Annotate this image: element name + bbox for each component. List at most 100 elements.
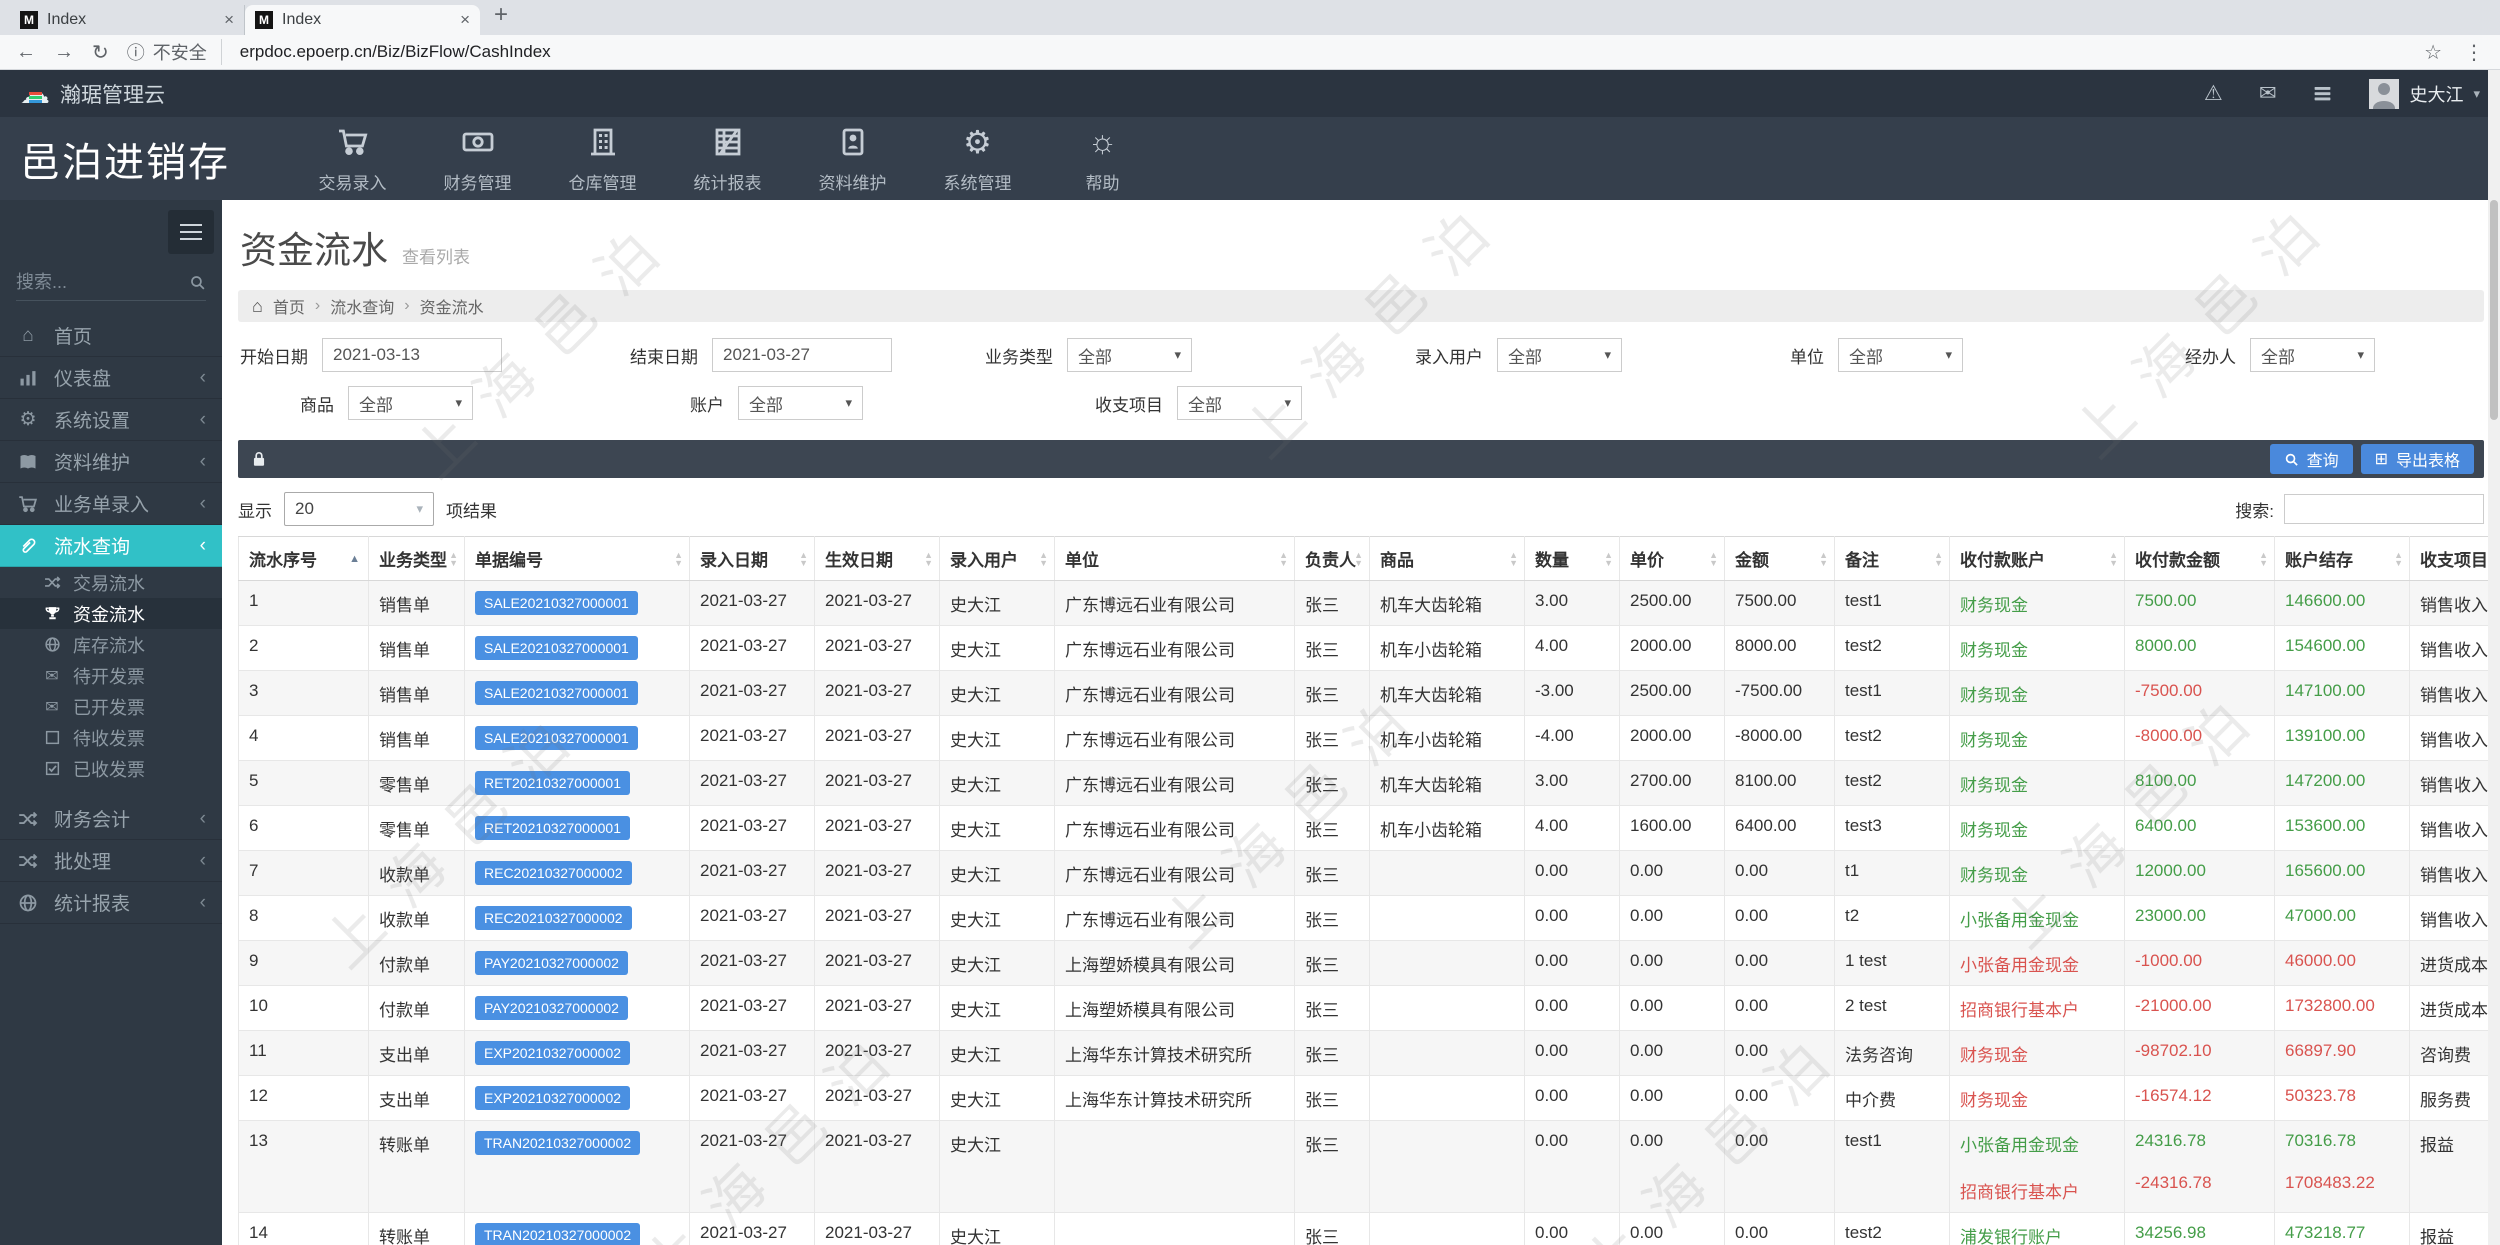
appmenu-item-系统管理[interactable]: ⚙ 系统管理 [915, 124, 1040, 194]
close-icon[interactable]: × [224, 10, 234, 30]
sidebar-item-财务会计[interactable]: 财务会计 ‹ [0, 798, 222, 840]
cell-price: 2700.00 [1619, 760, 1725, 806]
page-size-select[interactable]: 20 ▾ [284, 492, 434, 526]
sidebar-toggle-button[interactable] [168, 210, 214, 254]
column-header-录入日期[interactable]: 录入日期 ▲ ▼ [689, 536, 815, 581]
bookmark-star-icon[interactable]: ☆ [2424, 40, 2442, 65]
column-header-负责人[interactable]: 负责人 ▲ ▼ [1294, 536, 1370, 581]
doc-number-badge[interactable]: SALE20210327000001 [475, 636, 638, 660]
doc-number-badge[interactable]: REC20210327000002 [475, 861, 632, 885]
cell-effective-date: 2021-03-27 [814, 1212, 940, 1245]
column-header-数量[interactable]: 数量 ▲ ▼ [1524, 536, 1620, 581]
column-header-流水序号[interactable]: 流水序号 ▲ [238, 536, 369, 581]
column-header-备注[interactable]: 备注 ▲ ▼ [1834, 536, 1950, 581]
doc-number-badge[interactable]: RET20210327000001 [475, 771, 631, 795]
forward-button[interactable]: → [54, 41, 74, 64]
browser-tab-2[interactable]: M Index × [245, 5, 480, 35]
table-search-input[interactable] [2284, 494, 2484, 524]
column-header-单据编号[interactable]: 单据编号 ▲ ▼ [464, 536, 690, 581]
sidebar-item-首页[interactable]: ⌂ 首页 [0, 315, 222, 357]
address-input[interactable]: erpdoc.epoerp.cn/Biz/BizFlow/CashIndex [240, 42, 551, 62]
sidebar-item-已收发票[interactable]: 已收发票 [0, 753, 222, 784]
sidebar-item-label: 仪表盘 [54, 369, 112, 390]
user-menu[interactable]: 史大江 ▾ [2369, 78, 2480, 109]
query-button[interactable]: 查询 [2269, 444, 2353, 474]
doc-number-badge[interactable]: EXP20210327000002 [475, 1086, 631, 1110]
reload-button[interactable]: ↻ [92, 40, 109, 65]
appmenu-item-资料维护[interactable]: 资料维护 [790, 124, 915, 194]
appmenu-item-统计报表[interactable]: 统计报表 [665, 124, 790, 194]
app-logo[interactable]: ☁ 瀚琚管理云 [20, 78, 165, 109]
sidebar-item-统计报表[interactable]: 统计报表 ‹ [0, 882, 222, 924]
doc-number-badge[interactable]: EXP20210327000002 [475, 1041, 631, 1065]
sidebar-item-库存流水[interactable]: 库存流水 [0, 629, 222, 660]
back-button[interactable]: ← [16, 41, 36, 64]
doc-number-badge[interactable]: REC20210327000002 [475, 906, 632, 930]
filter-select[interactable]: 全部 ▾ [1838, 338, 1963, 372]
close-icon[interactable]: × [460, 10, 470, 30]
doc-number-badge[interactable]: TRAN20210327000002 [475, 1223, 641, 1245]
filter-select[interactable]: 全部 ▾ [1067, 338, 1192, 372]
scrollbar-thumb[interactable] [2490, 200, 2498, 420]
security-label: 不安全 [152, 43, 207, 63]
sidebar-search-input[interactable] [16, 272, 168, 293]
security-indicator[interactable]: ⓘ 不安全 [127, 39, 222, 65]
sidebar-item-仪表盘[interactable]: 仪表盘 ‹ [0, 357, 222, 399]
column-header-业务类型[interactable]: 业务类型 ▲ ▼ [368, 536, 465, 581]
breadcrumb-item[interactable]: 流水查询 [330, 294, 394, 318]
tasks-icon[interactable] [2312, 83, 2333, 104]
filter-date-input[interactable] [322, 338, 502, 372]
action-toolbar: 查询 ⊞ 导出表格 [238, 440, 2484, 478]
column-header-label: 单价 [1630, 551, 1664, 570]
sidebar-item-流水查询[interactable]: 流水查询 ‹ [0, 525, 222, 567]
filter-select[interactable]: 全部 ▾ [1177, 386, 1302, 420]
doc-number-badge[interactable]: SALE20210327000001 [475, 681, 638, 705]
sidebar-item-资料维护[interactable]: 资料维护 ‹ [0, 441, 222, 483]
browser-menu-icon[interactable]: ⋮ [2464, 40, 2484, 65]
column-header-录入用户[interactable]: 录入用户 ▲ ▼ [939, 536, 1055, 581]
column-header-金额[interactable]: 金额 ▲ ▼ [1724, 536, 1835, 581]
column-header-收付款金额[interactable]: 收付款金额 ▲ ▼ [2124, 536, 2275, 581]
filter-date-input[interactable] [712, 338, 892, 372]
sidebar-item-已开发票[interactable]: ✉ 已开发票 [0, 691, 222, 722]
sidebar-item-系统设置[interactable]: ⚙ 系统设置 ‹ [0, 399, 222, 441]
sidebar-item-待开发票[interactable]: ✉ 待开发票 [0, 660, 222, 691]
filter-select[interactable]: 全部 ▾ [348, 386, 473, 420]
filter-select[interactable]: 全部 ▾ [2250, 338, 2375, 372]
mail-icon[interactable]: ✉ [2259, 81, 2277, 106]
alert-icon[interactable]: ⚠ [2204, 81, 2223, 106]
column-header-单位[interactable]: 单位 ▲ ▼ [1054, 536, 1295, 581]
sort-icons: ▲ ▼ [1039, 550, 1048, 567]
cell-note: test2 [1834, 1212, 1950, 1245]
doc-number-badge[interactable]: PAY20210327000002 [475, 951, 628, 975]
appmenu-item-仓库管理[interactable]: 仓库管理 [540, 124, 665, 194]
sidebar-item-批处理[interactable]: 批处理 ‹ [0, 840, 222, 882]
doc-number-badge[interactable]: RET20210327000001 [475, 816, 631, 840]
browser-tab-1[interactable]: M Index × [10, 5, 245, 35]
sidebar-item-交易流水[interactable]: 交易流水 [0, 567, 222, 598]
column-header-收付款账户[interactable]: 收付款账户 ▲ ▼ [1949, 536, 2125, 581]
filter-select[interactable]: 全部 ▾ [738, 386, 863, 420]
sidebar-item-资金流水[interactable]: 资金流水 [0, 598, 222, 629]
export-table-button[interactable]: ⊞ 导出表格 [2360, 444, 2474, 474]
cell-note: test1 [1834, 670, 1950, 716]
cell-product [1369, 985, 1525, 1031]
scrollbar[interactable] [2488, 70, 2500, 1245]
column-header-账户结存[interactable]: 账户结存 ▲ ▼ [2274, 536, 2410, 581]
breadcrumb-item[interactable]: 首页 [273, 294, 305, 318]
column-header-单价[interactable]: 单价 ▲ ▼ [1619, 536, 1725, 581]
filter-select[interactable]: 全部 ▾ [1497, 338, 1622, 372]
doc-number-badge[interactable]: SALE20210327000001 [475, 591, 638, 615]
new-tab-button[interactable]: + [494, 1, 508, 29]
column-header-商品[interactable]: 商品 ▲ ▼ [1369, 536, 1525, 581]
column-header-收支项目[interactable]: 收支项目▲▼ [2409, 536, 2500, 581]
appmenu-item-财务管理[interactable]: 财务管理 [415, 124, 540, 194]
doc-number-badge[interactable]: TRAN20210327000002 [475, 1131, 641, 1155]
doc-number-badge[interactable]: SALE20210327000001 [475, 726, 638, 750]
sidebar-item-待收发票[interactable]: 待收发票 [0, 722, 222, 753]
appmenu-item-交易录入[interactable]: 交易录入 [290, 124, 415, 194]
appmenu-item-帮助[interactable]: ☼ 帮助 [1040, 123, 1165, 194]
doc-number-badge[interactable]: PAY20210327000002 [475, 996, 628, 1020]
column-header-生效日期[interactable]: 生效日期 ▲ ▼ [814, 536, 940, 581]
sidebar-item-业务单录入[interactable]: 业务单录入 ‹ [0, 483, 222, 525]
